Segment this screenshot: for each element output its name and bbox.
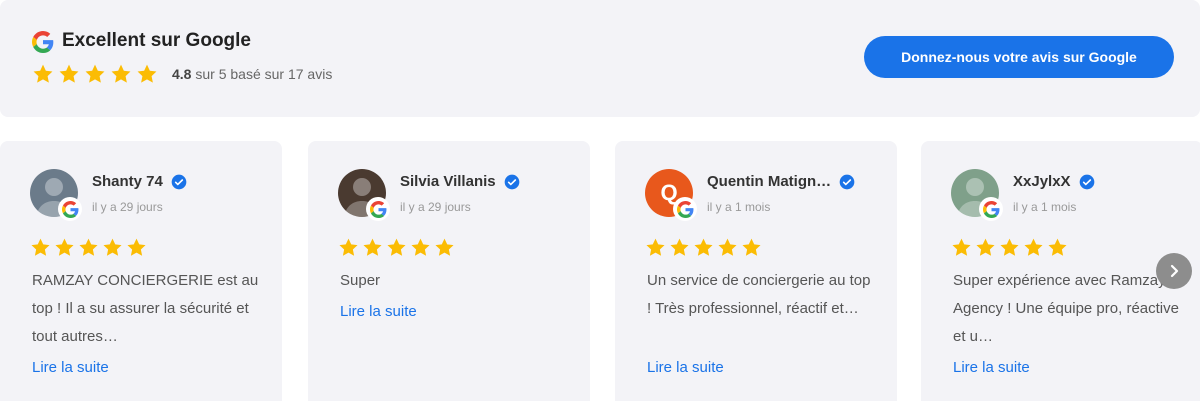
- google-logo-icon: [32, 31, 54, 53]
- review-date: il y a 1 mois: [1013, 200, 1077, 214]
- google-logo-icon: [673, 197, 697, 221]
- star-icon: [1023, 237, 1044, 258]
- star-icon: [434, 237, 455, 258]
- review-text: Super expérience avec Ramzay Agency ! Un…: [953, 272, 1179, 345]
- header-stars: [32, 63, 158, 85]
- star-icon: [338, 237, 359, 258]
- star-icon: [58, 63, 80, 85]
- review-card: Shanty 74 il y a 29 jours RAMZAY CONCIERGE…: [0, 141, 282, 401]
- star-icon: [410, 237, 431, 258]
- review-date: il y a 1 mois: [707, 200, 771, 214]
- rating-summary-header: Excellent sur Google 4.8 sur 5 basé sur …: [0, 0, 1200, 117]
- star-icon: [84, 63, 106, 85]
- star-icon: [102, 237, 123, 258]
- star-icon: [78, 237, 99, 258]
- google-logo-icon: [979, 197, 1003, 221]
- review-card: Q Quentin Matign… il y a 1 mois Un service …: [615, 141, 897, 401]
- avatar[interactable]: [951, 169, 1003, 221]
- review-text: RAMZAY CONCIERGERIE est au top ! Il a su…: [32, 272, 259, 345]
- avatar[interactable]: Q: [645, 169, 697, 221]
- star-icon: [110, 63, 132, 85]
- star-icon: [54, 237, 75, 258]
- star-icon: [693, 237, 714, 258]
- reviewer-name[interactable]: Silvia Villanis: [400, 173, 496, 190]
- verified-badge-icon: [839, 174, 855, 190]
- star-icon: [645, 237, 666, 258]
- read-more-link[interactable]: Lire la suite: [647, 359, 724, 376]
- reviewer-name[interactable]: Shanty 74: [92, 173, 163, 190]
- review-stars: [30, 237, 147, 258]
- review-stars: [338, 237, 455, 258]
- review-text: Super: [340, 272, 381, 289]
- leave-review-button[interactable]: Donnez-nous votre avis sur Google: [864, 36, 1174, 78]
- star-icon: [32, 63, 54, 85]
- star-icon: [126, 237, 147, 258]
- read-more-link[interactable]: Lire la suite: [32, 359, 109, 376]
- read-more-link[interactable]: Lire la suite: [340, 303, 417, 320]
- star-icon: [30, 237, 51, 258]
- avatar[interactable]: [338, 169, 390, 221]
- rating-value: 4.8: [172, 66, 192, 82]
- review-stars: [951, 237, 1068, 258]
- reviewer-name[interactable]: Quentin Matign…: [707, 173, 831, 190]
- star-icon: [741, 237, 762, 258]
- carousel-next-button[interactable]: [1156, 253, 1192, 289]
- review-date: il y a 29 jours: [400, 200, 471, 214]
- star-icon: [1047, 237, 1068, 258]
- star-icon: [136, 63, 158, 85]
- google-logo-icon: [366, 197, 390, 221]
- reviewer-name[interactable]: XxJylxX: [1013, 173, 1071, 190]
- review-text: Un service de conciergerie au top ! Très…: [647, 272, 871, 317]
- star-icon: [362, 237, 383, 258]
- star-icon: [386, 237, 407, 258]
- verified-badge-icon: [1079, 174, 1095, 190]
- review-stars: [645, 237, 762, 258]
- review-date: il y a 29 jours: [92, 200, 163, 214]
- chevron-right-icon: [1170, 264, 1179, 278]
- verified-badge-icon: [504, 174, 520, 190]
- rating-summary-text: 4.8 sur 5 basé sur 17 avis: [172, 66, 332, 82]
- google-logo-icon: [58, 197, 82, 221]
- verified-badge-icon: [171, 174, 187, 190]
- avatar[interactable]: [30, 169, 82, 221]
- star-icon: [975, 237, 996, 258]
- star-icon: [951, 237, 972, 258]
- star-icon: [717, 237, 738, 258]
- rating-description: sur 5 basé sur 17 avis: [195, 66, 333, 82]
- header-title: Excellent sur Google: [62, 30, 251, 51]
- star-icon: [999, 237, 1020, 258]
- review-card: Silvia Villanis il y a 29 jours Super Lire …: [308, 141, 590, 401]
- star-icon: [669, 237, 690, 258]
- read-more-link[interactable]: Lire la suite: [953, 359, 1030, 376]
